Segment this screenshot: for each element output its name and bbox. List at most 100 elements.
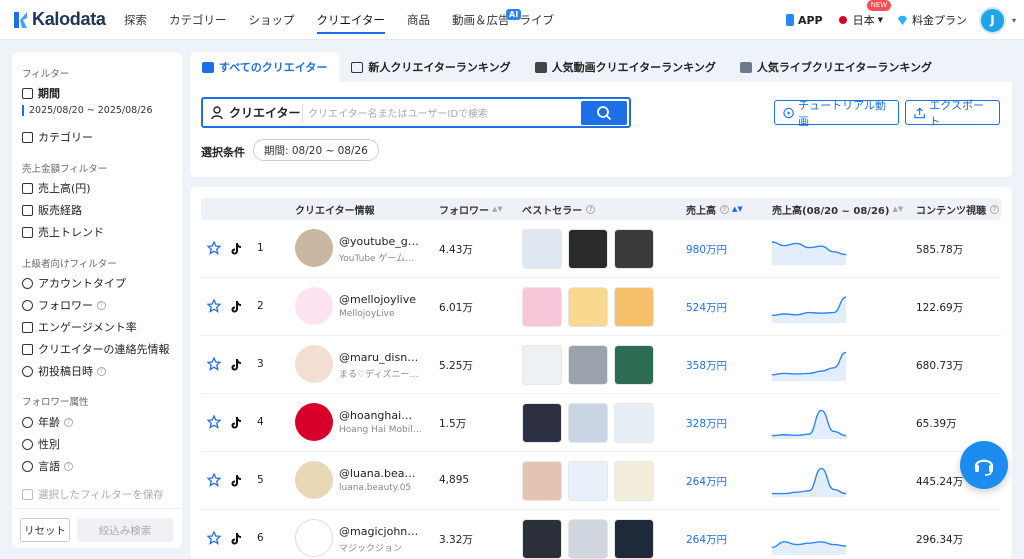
tab-video-creators[interactable]: 人気動画クリエイターランキング [523, 52, 728, 82]
bestseller-product-thumbnail[interactable] [614, 287, 654, 327]
help-icon[interactable]: ? [586, 204, 596, 214]
tab-live-creators[interactable]: 人気ライブクリエイターランキング [728, 52, 944, 82]
creator-avatar[interactable] [295, 345, 333, 383]
nav-shop[interactable]: ショップ [249, 0, 295, 40]
nav-product[interactable]: 商品 [407, 0, 430, 40]
language-selector[interactable]: 日本 ▼ NEW [838, 0, 892, 28]
bestseller-product-thumbnail[interactable] [614, 519, 654, 559]
help-icon[interactable]: ? [64, 417, 73, 427]
favorite-star-icon[interactable] [207, 473, 221, 487]
table-row[interactable]: 3 @maru_disn… まる♡ディズニー🫶💕 5.25万 358万円 680… [201, 336, 1001, 394]
bestseller-product-thumbnail[interactable] [568, 287, 608, 327]
favorite-star-icon[interactable] [207, 415, 221, 429]
creator-handle[interactable]: @magicjohn… [339, 525, 419, 538]
help-icon[interactable]: ? [97, 366, 106, 376]
creator-handle[interactable]: @youtube_g… [339, 235, 419, 248]
creator-avatar[interactable] [295, 461, 333, 499]
nav-explore[interactable]: 探索 [124, 0, 147, 40]
help-icon[interactable]: ? [990, 204, 999, 214]
search-type-selector[interactable]: クリエイター [203, 103, 303, 122]
bestseller-product-thumbnail[interactable] [522, 345, 562, 385]
filter-channel[interactable]: 販売経路 [22, 202, 82, 218]
creator-avatar[interactable] [295, 229, 333, 267]
header-views[interactable]: コンテンツ視聴? [916, 198, 999, 220]
follower-count: 4,895 [439, 474, 470, 486]
filter-account-type[interactable]: アカウントタイプ [22, 275, 126, 291]
bestseller-product-thumbnail[interactable] [614, 461, 654, 501]
user-avatar[interactable]: J [978, 6, 1006, 34]
creator-handle[interactable]: @luana.beau… [339, 467, 419, 480]
export-button[interactable]: エクスポート [905, 99, 1000, 128]
tutorial-label: チュートリアル動画 [798, 98, 887, 128]
bestseller-product-thumbnail[interactable] [568, 345, 608, 385]
help-icon[interactable]: ? [64, 461, 73, 471]
period-value[interactable]: 2025/08/20 ~ 2025/08/26 [22, 105, 153, 116]
creator-handle[interactable]: @mellojoylive [339, 293, 419, 306]
creator-avatar[interactable] [295, 287, 333, 325]
favorite-star-icon[interactable] [207, 241, 221, 255]
nav-video-ads[interactable]: 動画＆広告 AI [452, 0, 522, 40]
filter-engagement[interactable]: エンゲージメント率 [22, 319, 137, 335]
bestseller-product-thumbnail[interactable] [614, 229, 654, 269]
bestseller-product-thumbnail[interactable] [568, 229, 608, 269]
filter-category[interactable]: カテゴリー [22, 129, 93, 145]
support-chat-button[interactable] [960, 441, 1008, 489]
filter-follower[interactable]: フォロワー ? [22, 297, 106, 313]
nav-live[interactable]: ライブ [520, 0, 555, 40]
pricing-link[interactable]: 料金プラン [897, 12, 967, 28]
search-input[interactable]: クリエイター名またはユーザーIDで検索 [303, 105, 581, 120]
tab-all-creators[interactable]: すべてのクリエイター [190, 52, 340, 82]
creator-handle[interactable]: @maru_disn… [339, 351, 419, 364]
favorite-star-icon[interactable] [207, 299, 221, 313]
filter-sidebar: フィルター 期間 2025/08/20 ~ 2025/08/26 カテゴリー 売… [12, 52, 182, 548]
bestseller-product-thumbnail[interactable] [522, 287, 562, 327]
reset-button[interactable]: リセット [20, 518, 70, 542]
brand-name: Kalodata [32, 9, 106, 29]
creator-avatar[interactable] [295, 519, 333, 557]
creator-nickname: Hoang Hai Mobile… [339, 425, 423, 435]
header-followers[interactable]: フォロワー ▲▼ [439, 198, 503, 220]
tab-new-creators[interactable]: 新人クリエイターランキング [339, 52, 522, 82]
filter-gender[interactable]: 性別 [22, 436, 60, 452]
bestseller-product-thumbnail[interactable] [522, 519, 562, 559]
favorite-star-icon[interactable] [207, 531, 221, 545]
header-sales[interactable]: 売上高? ▲▼ [686, 198, 743, 220]
chevron-down-icon[interactable]: ▾ [1012, 16, 1016, 25]
bestseller-product-thumbnail[interactable] [568, 519, 608, 559]
bestseller-product-thumbnail[interactable] [614, 345, 654, 385]
table-row[interactable]: 5 @luana.beau… luana.beauty.05 4,895 264… [201, 452, 1001, 510]
rank-number: 5 [257, 474, 264, 486]
filter-sales-trend[interactable]: 売上トレンド [22, 224, 104, 240]
apply-filter-button[interactable]: 絞込み検索 [77, 518, 173, 542]
table-row[interactable]: 1 @youtube_g… YouTube ゲーム仮面 4.43万 980万円 … [201, 220, 1001, 278]
creator-avatar[interactable] [295, 403, 333, 441]
favorite-star-icon[interactable] [207, 357, 221, 371]
nav-category[interactable]: カテゴリー [169, 0, 227, 40]
bestseller-product-thumbnail[interactable] [522, 229, 562, 269]
help-icon[interactable]: ? [97, 300, 106, 310]
filter-contact[interactable]: クリエイターの連絡先情報 [22, 341, 170, 357]
filter-first-post[interactable]: 初投稿日時 ? [22, 363, 106, 379]
tutorial-button[interactable]: チュートリアル動画 [774, 99, 899, 128]
app-link[interactable]: APP [785, 14, 823, 27]
filter-period[interactable]: 期間 [22, 85, 60, 101]
creator-handle[interactable]: @hoanghaim… [339, 409, 419, 422]
filter-language[interactable]: 言語 ? [22, 458, 73, 474]
bestseller-product-thumbnail[interactable] [568, 403, 608, 443]
bestseller-product-thumbnail[interactable] [522, 461, 562, 501]
header-sales-trend[interactable]: 売上高(08/20 ~ 08/26) ▲▼ [772, 198, 903, 220]
nav-creator[interactable]: クリエイター [316, 0, 385, 40]
logo[interactable]: Kalodata [12, 9, 114, 30]
filter-sales-amount[interactable]: 売上高(円) [22, 180, 91, 196]
help-icon[interactable]: ? [720, 204, 729, 214]
save-filter[interactable]: 選択したフィルターを保存 [22, 487, 164, 502]
filter-age[interactable]: 年齢 ? [22, 414, 73, 430]
search-button[interactable] [581, 100, 627, 125]
bestseller-product-thumbnail[interactable] [614, 403, 654, 443]
table-row[interactable]: 2 @mellojoylive MellojoyLive 6.01万 524万円… [201, 278, 1001, 336]
table-row[interactable]: 4 @hoanghaim… Hoang Hai Mobile… 1.5万 328… [201, 394, 1001, 452]
bestseller-product-thumbnail[interactable] [568, 461, 608, 501]
bestseller-product-thumbnail[interactable] [522, 403, 562, 443]
table-row[interactable]: 6 @magicjohn… マジックジョン 3.32万 264万円 296.34… [201, 510, 1001, 559]
period-chip[interactable]: 期間: 08/20 ~ 08/26 [253, 139, 379, 161]
